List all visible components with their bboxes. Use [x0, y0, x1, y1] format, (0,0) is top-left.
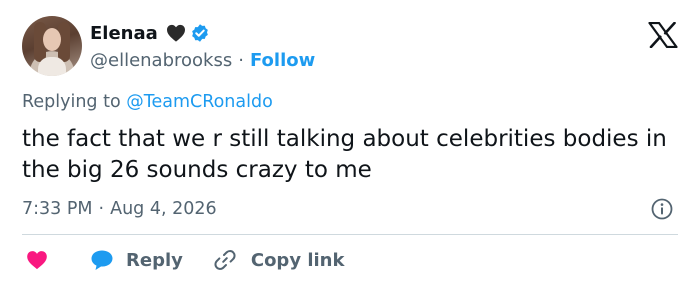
meta-separator: · — [98, 199, 105, 219]
divider — [22, 234, 678, 235]
reply-context: Replying to @TeamCRonaldo — [22, 92, 273, 112]
author-handle[interactable]: @ellenabrookss — [90, 50, 232, 71]
reply-mention-link[interactable]: @TeamCRonaldo — [126, 92, 273, 112]
author-name-row: Elenaa — [90, 21, 210, 45]
action-bar: Reply Copy link — [22, 246, 344, 274]
follow-button[interactable]: Follow — [250, 50, 315, 71]
reply-label: Reply — [126, 249, 183, 271]
tweet-meta: 7:33 PM · Aug 4, 2026 — [22, 198, 217, 220]
like-button[interactable] — [26, 250, 48, 270]
heart-icon — [26, 250, 48, 270]
link-icon — [213, 248, 237, 272]
verified-badge-icon — [190, 23, 210, 43]
copy-link-button[interactable]: Copy link — [213, 248, 345, 272]
black-heart-icon — [166, 24, 186, 42]
copy-link-label: Copy link — [250, 249, 345, 271]
handle-separator: · — [238, 49, 244, 71]
tweet-text: the fact that we r still talking about c… — [22, 126, 667, 183]
tweet-date[interactable]: Aug 4, 2026 — [110, 199, 217, 219]
avatar[interactable] — [22, 16, 82, 76]
x-logo-icon[interactable] — [648, 21, 678, 49]
reply-button[interactable]: Reply — [90, 249, 183, 271]
tweet-time[interactable]: 7:33 PM — [22, 199, 93, 219]
author-name[interactable]: Elenaa — [90, 23, 158, 44]
author-handle-row: @ellenabrookss · Follow — [90, 48, 315, 72]
info-icon[interactable] — [650, 197, 674, 221]
speech-bubble-icon — [90, 249, 114, 271]
reply-prefix: Replying to — [22, 92, 121, 112]
